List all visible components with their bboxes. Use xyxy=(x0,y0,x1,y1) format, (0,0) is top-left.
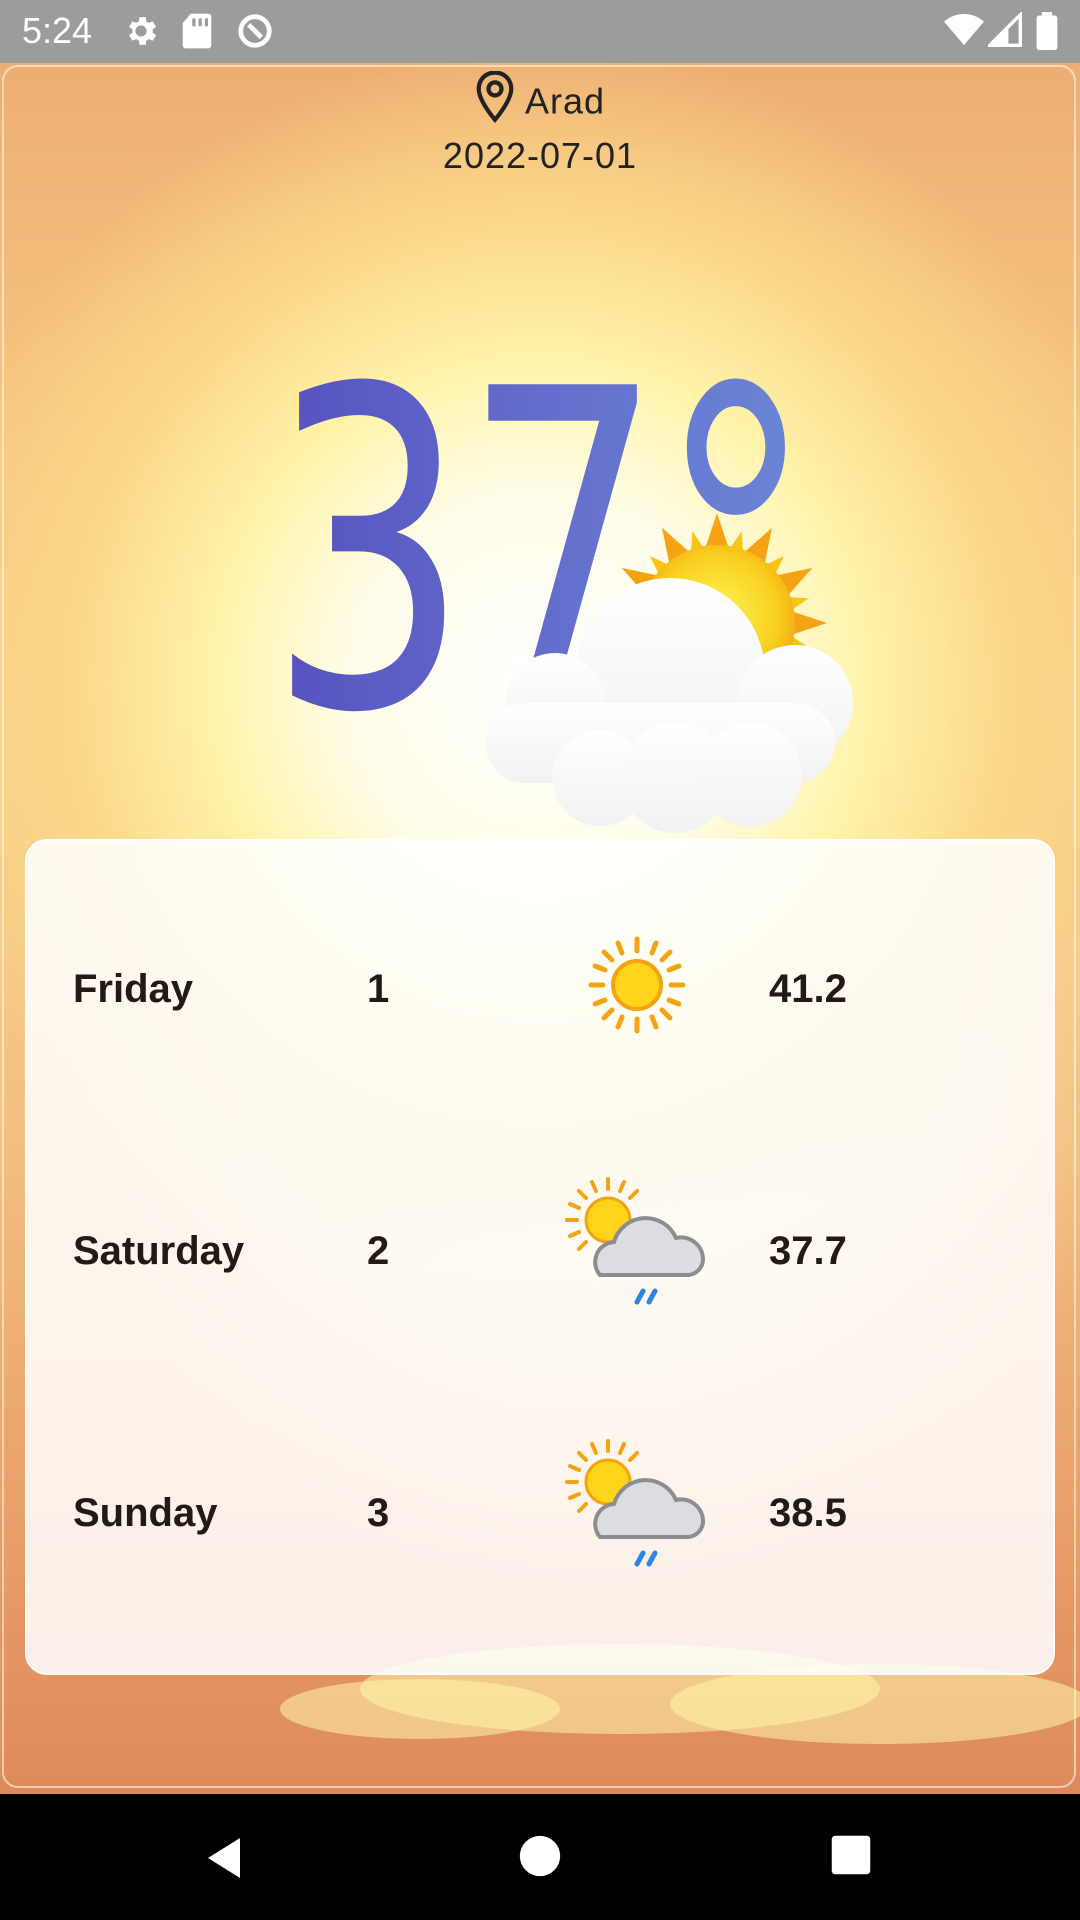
weather-app: Arad 2022-07-01 37° Friday 1 41.2 Saturd… xyxy=(0,63,1080,1794)
forecast-row[interactable]: Sunday 3 38.5 xyxy=(27,1439,1053,1567)
forecast-temp: 41.2 xyxy=(769,967,847,1011)
partly-cloudy-rain-icon xyxy=(563,1175,713,1330)
location-header: Arad xyxy=(0,70,1080,132)
forecast-index: 1 xyxy=(367,967,390,1011)
forecast-day: Sunday xyxy=(73,1491,218,1535)
sd-card-icon xyxy=(180,12,214,55)
settings-icon xyxy=(122,12,160,55)
forecast-row[interactable]: Friday 1 41.2 xyxy=(27,935,1053,1040)
forecast-index: 3 xyxy=(367,1491,390,1535)
status-time: 5:24 xyxy=(22,10,93,51)
map-pin-icon xyxy=(475,70,515,132)
back-icon[interactable] xyxy=(200,1834,248,1887)
forecast-temp: 37.7 xyxy=(769,1229,847,1273)
forecast-temp: 38.5 xyxy=(769,1491,847,1535)
navigation-bar xyxy=(0,1794,1080,1920)
forecast-panel: Friday 1 41.2 Saturday 2 37.7 Sunday 3 3… xyxy=(25,839,1055,1675)
city-name: Arad xyxy=(524,80,606,122)
wifi-icon xyxy=(944,12,984,53)
sunny-icon xyxy=(587,935,687,1040)
forecast-row[interactable]: Saturday 2 37.7 xyxy=(27,1177,1053,1305)
status-bar: 5:24 xyxy=(0,0,1080,63)
forecast-day: Friday xyxy=(73,967,194,1011)
forecast-day: Saturday xyxy=(73,1229,245,1273)
battery-icon xyxy=(1036,12,1058,55)
forecast-index: 2 xyxy=(367,1229,390,1273)
sync-icon xyxy=(236,12,274,55)
partly-cloudy-rain-icon xyxy=(563,1437,713,1592)
home-icon[interactable] xyxy=(518,1834,562,1883)
current-date: 2022-07-01 xyxy=(442,135,638,176)
recents-icon[interactable] xyxy=(830,1834,872,1881)
signal-icon xyxy=(985,10,1022,53)
sun-behind-cloud-icon xyxy=(455,503,875,888)
